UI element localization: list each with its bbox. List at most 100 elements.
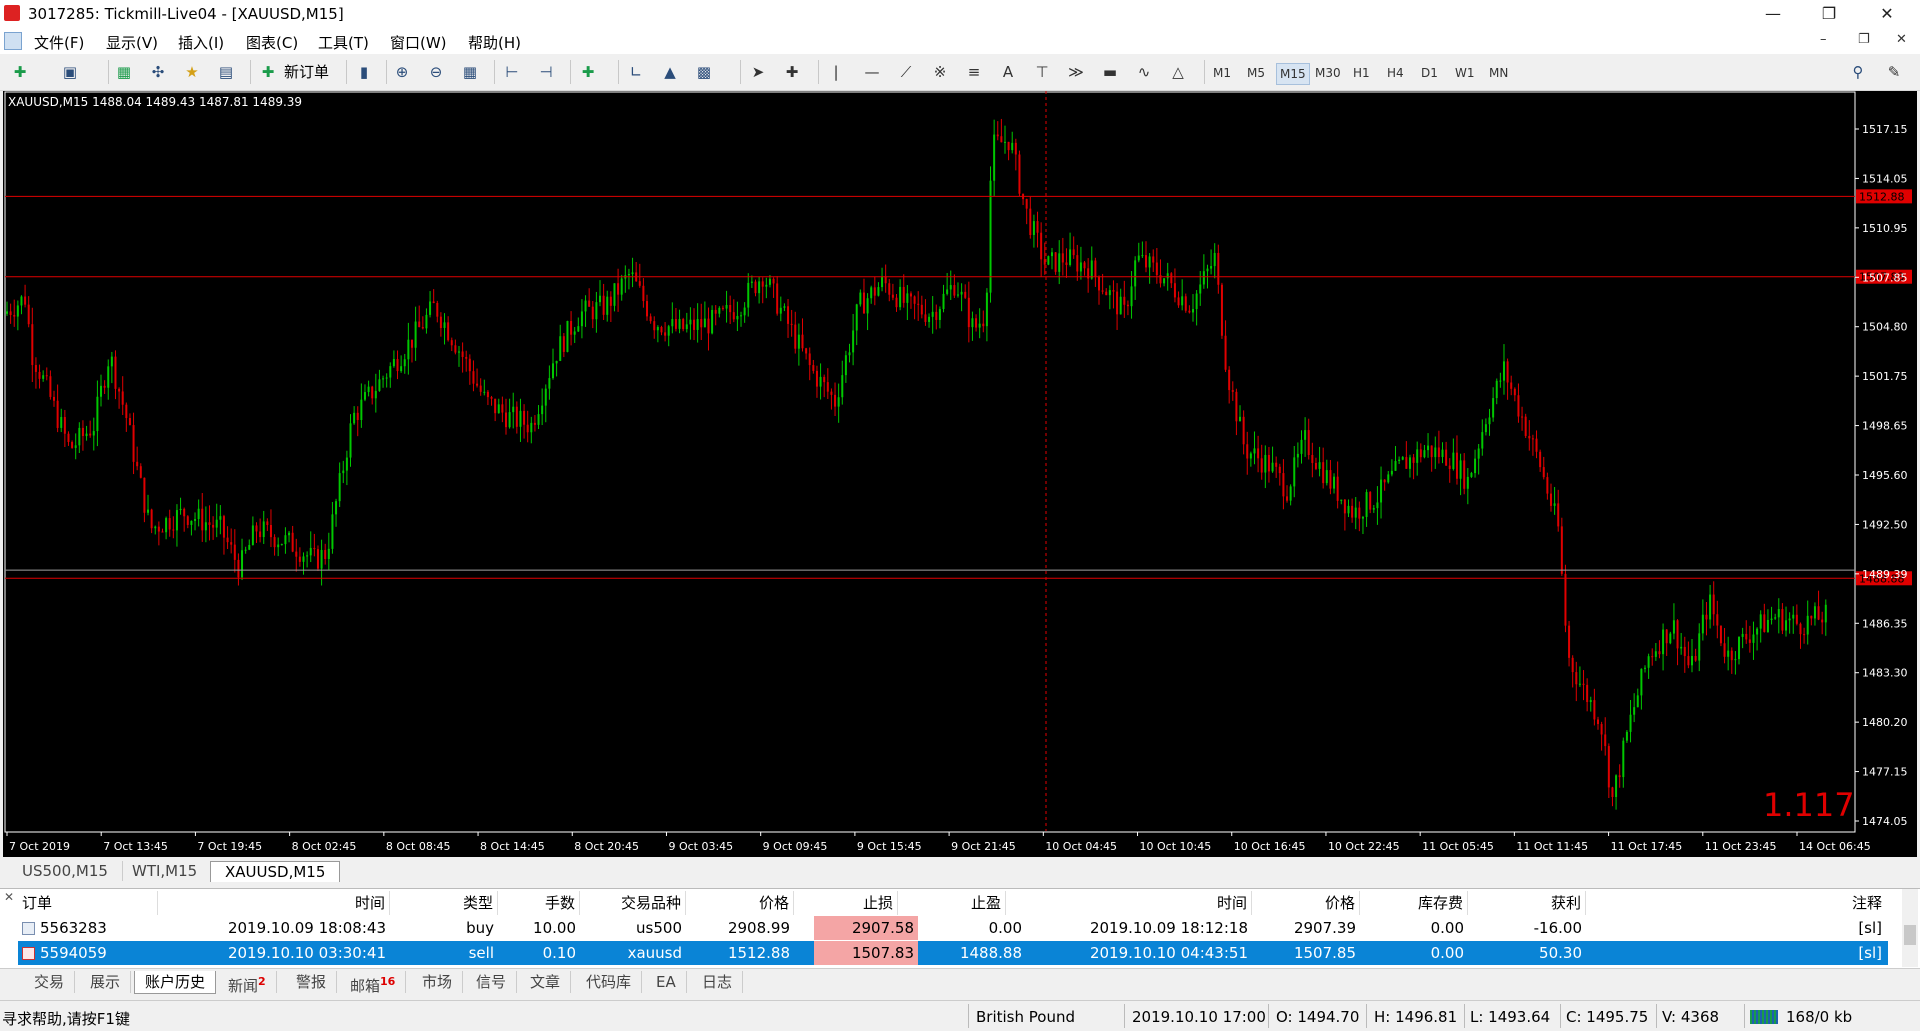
fibo-fan-icon[interactable]: ≫ bbox=[1064, 60, 1088, 84]
indicators-icon[interactable]: ✚ bbox=[576, 60, 600, 84]
candle-body bbox=[533, 422, 536, 425]
tab-news[interactable]: 新闻2 bbox=[218, 971, 277, 995]
new-order-icon[interactable]: ✚ bbox=[256, 60, 280, 84]
new-chart-icon[interactable]: ✚ bbox=[8, 60, 32, 84]
col-comment[interactable]: 注释 bbox=[1586, 891, 1886, 915]
favorites-icon[interactable]: ★ bbox=[180, 60, 204, 84]
timeframe-m15[interactable]: M15 bbox=[1276, 63, 1310, 85]
trendline-icon[interactable]: ⟋ bbox=[894, 60, 918, 84]
mdi-restore-icon[interactable]: ❐ bbox=[1858, 32, 1870, 47]
rectangle-icon[interactable]: ▬ bbox=[1098, 60, 1122, 84]
col-swap[interactable]: 库存费 bbox=[1360, 891, 1468, 915]
col-close-time[interactable]: 时间 bbox=[1006, 891, 1252, 915]
status-profile[interactable]: British Pound bbox=[976, 1008, 1075, 1026]
menu-window[interactable]: 窗口(W) bbox=[390, 32, 447, 53]
tab-journal[interactable]: 日志 bbox=[692, 971, 744, 993]
timeframe-m1[interactable]: M1 bbox=[1210, 63, 1234, 83]
market-watch-icon[interactable]: ▦ bbox=[112, 60, 136, 84]
menu-view[interactable]: 显示(V) bbox=[106, 32, 158, 53]
candle-body bbox=[1539, 451, 1542, 468]
timeframe-h4[interactable]: H4 bbox=[1384, 63, 1407, 83]
menu-help[interactable]: 帮助(H) bbox=[468, 32, 521, 53]
tab-exposure[interactable]: 展示 bbox=[80, 971, 132, 993]
zoom-in-icon[interactable]: ⊕ bbox=[390, 60, 414, 84]
navigator-icon[interactable]: ✣ bbox=[146, 60, 170, 84]
orders-scrollbar[interactable] bbox=[1902, 889, 1918, 967]
bar-chart-icon[interactable]: ▲ bbox=[658, 60, 682, 84]
tab-account-history[interactable]: 账户历史 bbox=[134, 971, 217, 994]
text-label-icon[interactable]: ⊤ bbox=[1030, 60, 1054, 84]
elliott-wave-icon[interactable]: ∿ bbox=[1132, 60, 1156, 84]
close-button[interactable]: ✕ bbox=[1864, 0, 1910, 28]
timeframe-d1[interactable]: D1 bbox=[1418, 63, 1441, 83]
mdi-minimize-icon[interactable]: – bbox=[1820, 32, 1827, 47]
col-profit[interactable]: 获利 bbox=[1468, 891, 1586, 915]
candle-body bbox=[750, 281, 753, 283]
tab-articles[interactable]: 文章 bbox=[520, 971, 572, 993]
tab-experts[interactable]: EA bbox=[646, 971, 687, 993]
menu-insert[interactable]: 插入(I) bbox=[178, 32, 224, 53]
candle-body bbox=[881, 276, 884, 288]
vertical-line-icon[interactable]: | bbox=[824, 60, 848, 84]
auto-scroll-icon[interactable]: ⊣ bbox=[534, 60, 558, 84]
candle-body bbox=[884, 276, 887, 284]
chart-tab-wti[interactable]: WTI,M15 bbox=[118, 861, 213, 881]
search-icon[interactable]: ⚲ bbox=[1846, 60, 1870, 84]
restore-button[interactable]: ❐ bbox=[1806, 0, 1852, 28]
timeframe-m30[interactable]: M30 bbox=[1312, 63, 1344, 83]
minimize-button[interactable]: — bbox=[1750, 0, 1796, 28]
col-stop-loss[interactable]: 止损 bbox=[794, 891, 898, 915]
col-type[interactable]: 类型 bbox=[390, 891, 498, 915]
equidistant-channel-icon[interactable]: ※ bbox=[928, 60, 952, 84]
candle-body bbox=[154, 526, 157, 529]
timeframe-h1[interactable]: H1 bbox=[1350, 63, 1373, 83]
terminal-close-icon[interactable]: ✕ bbox=[4, 890, 14, 904]
chat-icon[interactable]: ✎ bbox=[1882, 60, 1906, 84]
horizontal-line-icon[interactable]: — bbox=[860, 60, 884, 84]
fibonacci-icon[interactable]: ≡ bbox=[962, 60, 986, 84]
cursor-icon[interactable]: ➤ bbox=[746, 60, 770, 84]
arrows-icon[interactable]: △ bbox=[1166, 60, 1190, 84]
table-row-selected[interactable]: 5594059 2019.10.10 03:30:41 sell 0.10 xa… bbox=[18, 941, 1888, 965]
menu-charts[interactable]: 图表(C) bbox=[246, 32, 298, 53]
table-row[interactable]: 5563283 2019.10.09 18:08:43 buy 10.00 us… bbox=[18, 916, 1888, 940]
mdi-close-icon[interactable]: ✕ bbox=[1896, 32, 1907, 47]
tab-signals[interactable]: 信号 bbox=[466, 971, 518, 993]
chart-canvas[interactable]: 1512.881507.831488.881517.151514.051510.… bbox=[3, 91, 1917, 857]
col-open-time[interactable]: 时间 bbox=[158, 891, 390, 915]
crosshair-icon[interactable]: ✚ bbox=[780, 60, 804, 84]
menu-file[interactable]: 文件(F) bbox=[34, 32, 84, 53]
templates-icon[interactable]: ▩ bbox=[692, 60, 716, 84]
connection-status-icon[interactable] bbox=[1750, 1010, 1778, 1024]
tab-mailbox[interactable]: 邮箱16 bbox=[340, 971, 407, 995]
price-chart[interactable]: 1512.88 1507.83 1488.88 1517.15 1514.05 1510.… bbox=[3, 91, 1917, 857]
chart-shift-icon[interactable]: ⊢ bbox=[500, 60, 524, 84]
tile-windows-icon[interactable]: ▦ bbox=[458, 60, 482, 84]
col-open-price[interactable]: 价格 bbox=[686, 891, 794, 915]
chart-tab-xauusd[interactable]: XAUUSD,M15 bbox=[210, 861, 341, 882]
periods-icon[interactable]: ∟ bbox=[624, 60, 648, 84]
auto-trading-icon[interactable]: ▮ bbox=[352, 60, 376, 84]
terminal-icon[interactable]: ▤ bbox=[214, 60, 238, 84]
tab-code-base[interactable]: 代码库 bbox=[576, 971, 643, 993]
col-order[interactable]: 订单 bbox=[18, 891, 158, 915]
timeframe-m5[interactable]: M5 bbox=[1244, 63, 1268, 83]
timeframe-w1[interactable]: W1 bbox=[1452, 63, 1478, 83]
profit: -16.00 bbox=[1533, 919, 1582, 937]
new-order-button[interactable]: 新订单 bbox=[284, 61, 329, 82]
col-close-price[interactable]: 价格 bbox=[1252, 891, 1360, 915]
candle-body bbox=[1083, 262, 1086, 269]
timeframe-mn[interactable]: MN bbox=[1486, 63, 1511, 83]
menu-tools[interactable]: 工具(T) bbox=[318, 32, 369, 53]
text-tool-icon[interactable]: A bbox=[996, 60, 1020, 84]
tab-alerts[interactable]: 警报 bbox=[286, 971, 338, 993]
chart-document-icon[interactable] bbox=[4, 32, 22, 50]
col-take-profit[interactable]: 止盈 bbox=[898, 891, 1006, 915]
profiles-icon[interactable]: ▣ bbox=[58, 60, 82, 84]
tab-market[interactable]: 市场 bbox=[412, 971, 464, 993]
zoom-out-icon[interactable]: ⊖ bbox=[424, 60, 448, 84]
col-lots[interactable]: 手数 bbox=[498, 891, 580, 915]
chart-tab-us500[interactable]: US500,M15 bbox=[8, 861, 123, 881]
col-symbol[interactable]: 交易品种 bbox=[580, 891, 686, 915]
tab-trade[interactable]: 交易 bbox=[24, 971, 76, 993]
